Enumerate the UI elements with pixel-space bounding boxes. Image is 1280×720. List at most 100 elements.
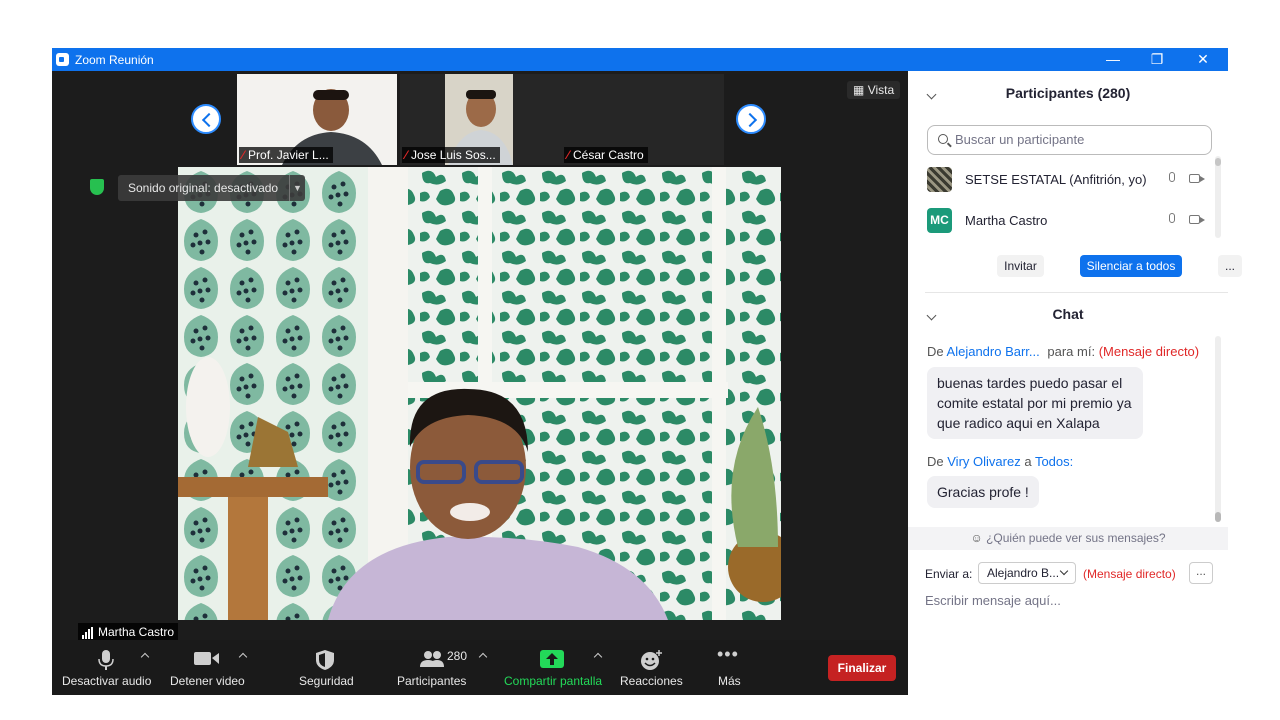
participants-icon xyxy=(420,651,444,667)
search-icon xyxy=(938,134,948,144)
microphone-icon xyxy=(98,650,114,670)
participants-more-button[interactable]: ... xyxy=(1218,255,1242,277)
mic-muted-icon: ⁄ xyxy=(567,148,570,162)
share-options-caret[interactable] xyxy=(593,652,603,662)
original-sound-label: Sonido original: desactivado xyxy=(128,181,279,195)
send-to-label: Enviar a: xyxy=(925,567,973,581)
chat-sender[interactable]: Alejandro Barr... xyxy=(947,344,1040,359)
participants-scrollbar[interactable] xyxy=(1215,156,1221,238)
share-screen-icon xyxy=(540,650,564,668)
participants-options-caret[interactable] xyxy=(478,652,488,662)
participants-title: Participantes (280) xyxy=(1005,85,1131,101)
invite-button[interactable]: Invitar xyxy=(997,255,1044,277)
prev-page-button[interactable] xyxy=(191,104,221,134)
active-speaker-video xyxy=(178,167,781,620)
chat-more-button[interactable]: ... xyxy=(1189,562,1213,584)
participants-count: 280 xyxy=(447,649,468,663)
participant-row[interactable]: MC Martha Castro xyxy=(927,207,1212,235)
security-button[interactable]: Seguridad xyxy=(298,640,354,695)
person-icon: ☺ xyxy=(970,531,983,545)
video-camera-icon[interactable] xyxy=(1189,215,1205,224)
audio-options-caret[interactable] xyxy=(140,652,150,662)
who-can-see-messages-link[interactable]: ☺ ¿Quién puede ver sus mensajes? xyxy=(908,527,1228,550)
collapse-chevron-icon[interactable] xyxy=(926,89,937,100)
direct-message-indicator: (Mensaje directo) xyxy=(1083,567,1176,581)
signal-icon xyxy=(82,625,94,639)
speaker-name-tag: Martha Castro xyxy=(78,623,179,641)
chat-title: Chat xyxy=(1052,306,1084,322)
original-sound-toggle[interactable]: Sonido original: desactivado ▼ xyxy=(118,175,305,201)
participant-row[interactable]: SETSE ESTATAL (Anfitrión, yo) xyxy=(927,166,1212,194)
video-options-caret[interactable] xyxy=(238,652,248,662)
mic-muted-icon: ⁄ xyxy=(405,148,408,162)
chat-bubble: Gracias profe ! xyxy=(927,476,1039,508)
side-panel: Participantes (280) Buscar un participan… xyxy=(908,71,1242,672)
view-button[interactable]: ▦ Vista xyxy=(847,81,901,99)
thumbnail-tile[interactable]: ⁄ Prof. Javier L... xyxy=(237,74,397,165)
next-page-button[interactable] xyxy=(736,104,766,134)
mute-audio-label: Desactivar audio xyxy=(62,674,152,688)
section-divider xyxy=(925,292,1228,293)
close-button[interactable]: ✕ xyxy=(1180,48,1226,71)
zoom-window: Zoom Reunión — ❐ ✕ ⁄ Prof. Javier L... ⁄… xyxy=(52,48,1242,695)
stop-video-label: Detener video xyxy=(170,674,245,688)
participants-header: Participantes (280) xyxy=(908,85,1228,109)
security-shield-icon xyxy=(90,179,104,195)
share-screen-label: Compartir pantalla xyxy=(504,674,603,688)
mic-muted-icon: ⁄ xyxy=(242,148,245,162)
participant-search-input[interactable]: Buscar un participante xyxy=(927,125,1212,155)
avatar xyxy=(927,167,952,192)
video-area: ⁄ Prof. Javier L... ⁄ Jose Luis Sos... ⁄ Cé… xyxy=(52,71,908,695)
participants-button[interactable]: 280 Participantes xyxy=(394,640,494,695)
who-can-see-label: ¿Quién puede ver sus mensajes? xyxy=(986,531,1166,545)
avatar: MC xyxy=(927,208,952,233)
maximize-button[interactable]: ❐ xyxy=(1134,48,1180,71)
shield-icon xyxy=(316,650,334,670)
more-button[interactable]: ••• Más xyxy=(712,640,748,695)
thumbnail-name: ⁄ Jose Luis Sos... xyxy=(402,147,500,163)
direct-message-tag: (Mensaje directo) xyxy=(1098,344,1200,359)
security-label: Seguridad xyxy=(299,674,354,688)
share-screen-button[interactable]: Compartir pantalla xyxy=(502,640,606,695)
chat-header: Chat xyxy=(908,306,1228,330)
speaker-video-frame xyxy=(178,167,781,620)
more-label: Más xyxy=(718,674,741,688)
thumbnail-name: ⁄ César Castro xyxy=(564,147,648,163)
reactions-button[interactable]: Reacciones xyxy=(618,640,683,695)
window-title: Zoom Reunión xyxy=(75,53,154,67)
zoom-app-icon xyxy=(56,53,69,66)
collapse-chevron-icon[interactable] xyxy=(926,310,937,321)
mute-all-button[interactable]: Silenciar a todos xyxy=(1080,255,1182,277)
chat-scroll-thumb[interactable] xyxy=(1215,512,1221,522)
minimize-button[interactable]: — xyxy=(1090,48,1136,71)
participants-scroll-thumb[interactable] xyxy=(1215,158,1221,166)
grid-icon: ▦ xyxy=(853,83,865,97)
chat-message-meta: De Alejandro Barr... para mí: (Mensaje d… xyxy=(927,344,1200,359)
video-camera-icon xyxy=(194,652,219,665)
participants-label: Participantes xyxy=(397,674,467,688)
stop-video-button[interactable]: Detener video xyxy=(170,640,260,695)
microphone-icon[interactable] xyxy=(1169,172,1175,182)
chat-recipient: Todos: xyxy=(1034,454,1074,469)
mute-audio-button[interactable]: Desactivar audio xyxy=(60,640,160,695)
meeting-toolbar: Desactivar audio Detener video Seguridad xyxy=(52,640,908,695)
thumbnail-tile[interactable]: ⁄ Jose Luis Sos... xyxy=(400,74,565,165)
participant-name: Martha Castro xyxy=(965,213,1048,228)
reactions-label: Reacciones xyxy=(620,674,683,688)
end-meeting-button[interactable]: Finalizar xyxy=(828,655,896,681)
chat-sender[interactable]: Viry Olivarez xyxy=(947,454,1020,469)
video-camera-icon[interactable] xyxy=(1189,174,1205,183)
chat-message-meta: De Viry Olivarez a Todos: xyxy=(927,454,1074,469)
search-placeholder: Buscar un participante xyxy=(955,132,1085,147)
recipient-dropdown[interactable]: Alejandro B... xyxy=(978,562,1076,584)
thumbnail-tile[interactable]: ⁄ César Castro xyxy=(562,74,724,165)
chat-scrollbar[interactable] xyxy=(1215,336,1221,522)
emoji-reaction-icon xyxy=(641,650,662,670)
title-bar: Zoom Reunión — ❐ ✕ xyxy=(52,48,1228,71)
chevron-down-icon[interactable]: ▼ xyxy=(289,175,305,201)
microphone-icon[interactable] xyxy=(1169,213,1175,223)
chat-message-input[interactable]: Escribir mensaje aquí... xyxy=(925,593,1061,608)
participant-name: SETSE ESTATAL (Anfitrión, yo) xyxy=(965,172,1147,187)
chat-bubble: buenas tardes puedo pasar el comite esta… xyxy=(927,367,1143,439)
thumbnail-name: ⁄ Prof. Javier L... xyxy=(239,147,333,163)
